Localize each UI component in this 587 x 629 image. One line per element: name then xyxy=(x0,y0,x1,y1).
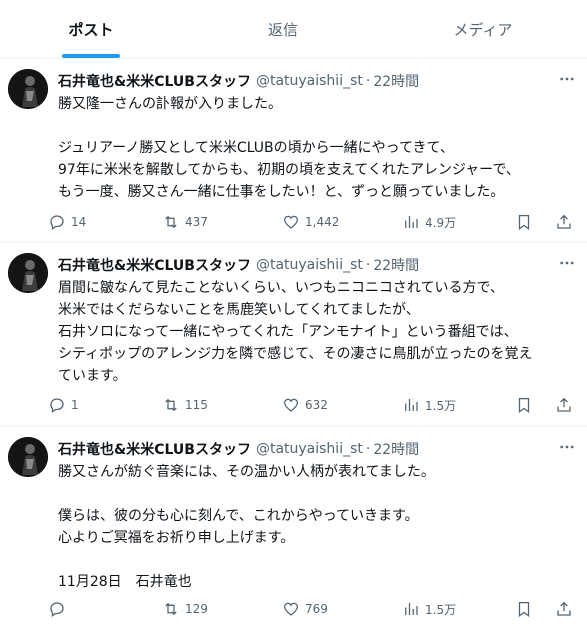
tab-posts[interactable]: ポスト xyxy=(50,0,132,58)
tweet-line: 石井ソロになって一緒にやってくれた「アンモナイト」という番組では、 xyxy=(58,324,518,340)
tweet[interactable]: 石井竜也&米米CLUBスタッフ @tatuyaishii_st · 22時間 眉… xyxy=(0,243,587,427)
views-count: 1.5万 xyxy=(425,398,457,413)
share-button[interactable] xyxy=(555,597,573,621)
tweet-line: ジュリアーノ勝又として米米CLUBの頃から一緒にやってきて、 xyxy=(58,140,454,156)
share-button[interactable] xyxy=(555,393,573,417)
share-icon xyxy=(557,601,571,616)
tweet-line xyxy=(58,115,573,137)
tweet-line xyxy=(58,549,573,571)
like-button[interactable]: 632 xyxy=(282,393,328,417)
tweet-header: 石井竜也&米米CLUBスタッフ @tatuyaishii_st · 22時間 xyxy=(58,71,419,91)
reply-icon xyxy=(50,602,64,618)
avatar[interactable] xyxy=(8,437,48,477)
more-icon[interactable] xyxy=(557,69,577,89)
display-name[interactable]: 石井竜也&米米CLUBスタッフ xyxy=(58,255,251,275)
tweet-text: 眉間に皺なんて見たことないくらい、いつもニコニコされている方で、 米米ではくだら… xyxy=(58,277,573,387)
views-button[interactable]: 1.5万 xyxy=(402,597,456,621)
views-icon xyxy=(405,399,418,411)
bookmark-button[interactable] xyxy=(515,597,533,621)
tweet-line: シティポップのアレンジ力を隣で感じて、その凄さに鳥肌が立ったのを覚え xyxy=(58,346,533,362)
tweet-line: 97年に米米を解散してからも、初期の頃を支えてくれたアレンジャーで、 xyxy=(58,162,520,178)
bookmark-icon xyxy=(518,397,530,414)
bookmark-icon xyxy=(518,601,530,618)
tweet-line: 勝又隆一さんの訃報が入りました。 xyxy=(58,96,282,112)
user-handle[interactable]: @tatuyaishii_st xyxy=(256,257,363,273)
tab-media[interactable]: メディア xyxy=(440,0,526,58)
tweet-text: 勝又隆一さんの訃報が入りました。 ジュリアーノ勝又として米米CLUBの頃から一緒… xyxy=(58,93,573,203)
bookmark-button[interactable] xyxy=(515,393,533,417)
reply-icon xyxy=(50,398,64,414)
display-name[interactable]: 石井竜也&米米CLUBスタッフ xyxy=(58,71,251,91)
tweet-actions: 1 115 632 1.5万 xyxy=(48,393,578,417)
like-icon xyxy=(283,215,299,229)
reply-icon xyxy=(50,215,64,231)
tweet-text: 勝又さんが紡ぐ音楽には、その温かい人柄が表れてました。 僕らは、彼の分も心に刻ん… xyxy=(58,461,573,593)
more-icon[interactable] xyxy=(557,437,577,457)
like-icon xyxy=(283,398,299,412)
views-count: 4.9万 xyxy=(425,215,457,230)
user-handle[interactable]: @tatuyaishii_st xyxy=(256,441,363,457)
user-handle[interactable]: @tatuyaishii_st xyxy=(256,73,363,89)
tweet-line: 眉間に皺なんて見たことないくらい、いつもニコニコされている方で、 xyxy=(58,280,504,296)
repost-count: 129 xyxy=(185,602,208,616)
like-button[interactable]: 769 xyxy=(282,597,328,621)
repost-button[interactable]: 437 xyxy=(162,210,208,234)
bookmark-icon xyxy=(518,214,530,231)
reply-count: 14 xyxy=(71,215,87,229)
repost-count: 115 xyxy=(185,398,208,412)
views-icon xyxy=(405,216,418,228)
like-count: 632 xyxy=(305,398,328,412)
separator: · xyxy=(365,73,371,89)
share-button[interactable] xyxy=(555,210,573,234)
views-button[interactable]: 1.5万 xyxy=(402,393,456,417)
tweet-actions: 129 769 1.5万 xyxy=(48,597,578,621)
tweet-line xyxy=(58,483,573,505)
tweet-header: 石井竜也&米米CLUBスタッフ @tatuyaishii_st · 22時間 xyxy=(58,439,419,459)
share-icon xyxy=(557,214,571,229)
tweet[interactable]: 石井竜也&米米CLUBスタッフ @tatuyaishii_st · 22時間 勝… xyxy=(0,59,587,243)
avatar[interactable] xyxy=(8,253,48,293)
share-icon xyxy=(557,397,571,412)
reply-count: 1 xyxy=(71,398,79,412)
repost-button[interactable]: 129 xyxy=(162,597,208,621)
tweet-header: 石井竜也&米米CLUBスタッフ @tatuyaishii_st · 22時間 xyxy=(58,255,419,275)
like-count: 769 xyxy=(305,602,328,616)
tweet-actions: 14 437 1,442 4.9万 xyxy=(48,210,578,234)
reply-button[interactable]: 14 xyxy=(48,210,86,234)
tweet-line: 心よりご冥福をお祈り申し上げます。 xyxy=(58,530,295,546)
repost-button[interactable]: 115 xyxy=(162,393,208,417)
reply-button[interactable]: 1 xyxy=(48,393,79,417)
tweet-line: ています。 xyxy=(58,368,127,384)
like-icon xyxy=(283,602,299,616)
timestamp[interactable]: 22時間 xyxy=(373,439,419,459)
separator: · xyxy=(365,257,371,273)
repost-icon xyxy=(165,215,177,229)
bookmark-button[interactable] xyxy=(515,210,533,234)
more-icon[interactable] xyxy=(557,253,577,273)
separator: · xyxy=(365,441,371,457)
views-count: 1.5万 xyxy=(425,602,457,617)
tweet[interactable]: 石井竜也&米米CLUBスタッフ @tatuyaishii_st · 22時間 勝… xyxy=(0,427,587,629)
timestamp[interactable]: 22時間 xyxy=(373,71,419,91)
active-tab-indicator xyxy=(62,54,120,58)
display-name[interactable]: 石井竜也&米米CLUBスタッフ xyxy=(58,439,251,459)
like-button[interactable]: 1,442 xyxy=(282,210,339,234)
tweet-line: 11月28日 石井竜也 xyxy=(58,574,192,590)
tab-replies[interactable]: 返信 xyxy=(246,0,320,58)
timestamp[interactable]: 22時間 xyxy=(373,255,419,275)
tweet-line: もう一度、勝又さん一緒に仕事をしたい！と、ずっと願っていました。 xyxy=(58,184,505,200)
like-count: 1,442 xyxy=(305,215,340,229)
reply-button[interactable] xyxy=(48,597,71,621)
views-icon xyxy=(405,603,418,615)
tweet-line: 僕らは、彼の分も心に刻んで、これからやっていきます。 xyxy=(58,508,419,524)
views-button[interactable]: 4.9万 xyxy=(402,210,456,234)
repost-icon xyxy=(165,398,177,412)
avatar[interactable] xyxy=(8,69,48,109)
repost-icon xyxy=(165,602,177,616)
profile-tabs: ポスト 返信 メディア xyxy=(0,0,587,59)
tweet-line: 勝又さんが紡ぐ音楽には、その温かい人柄が表れてました。 xyxy=(58,464,435,480)
repost-count: 437 xyxy=(185,215,208,229)
tweet-line: 米米ではくだらないことを馬鹿笑いしてくれてましたが、 xyxy=(58,302,420,318)
